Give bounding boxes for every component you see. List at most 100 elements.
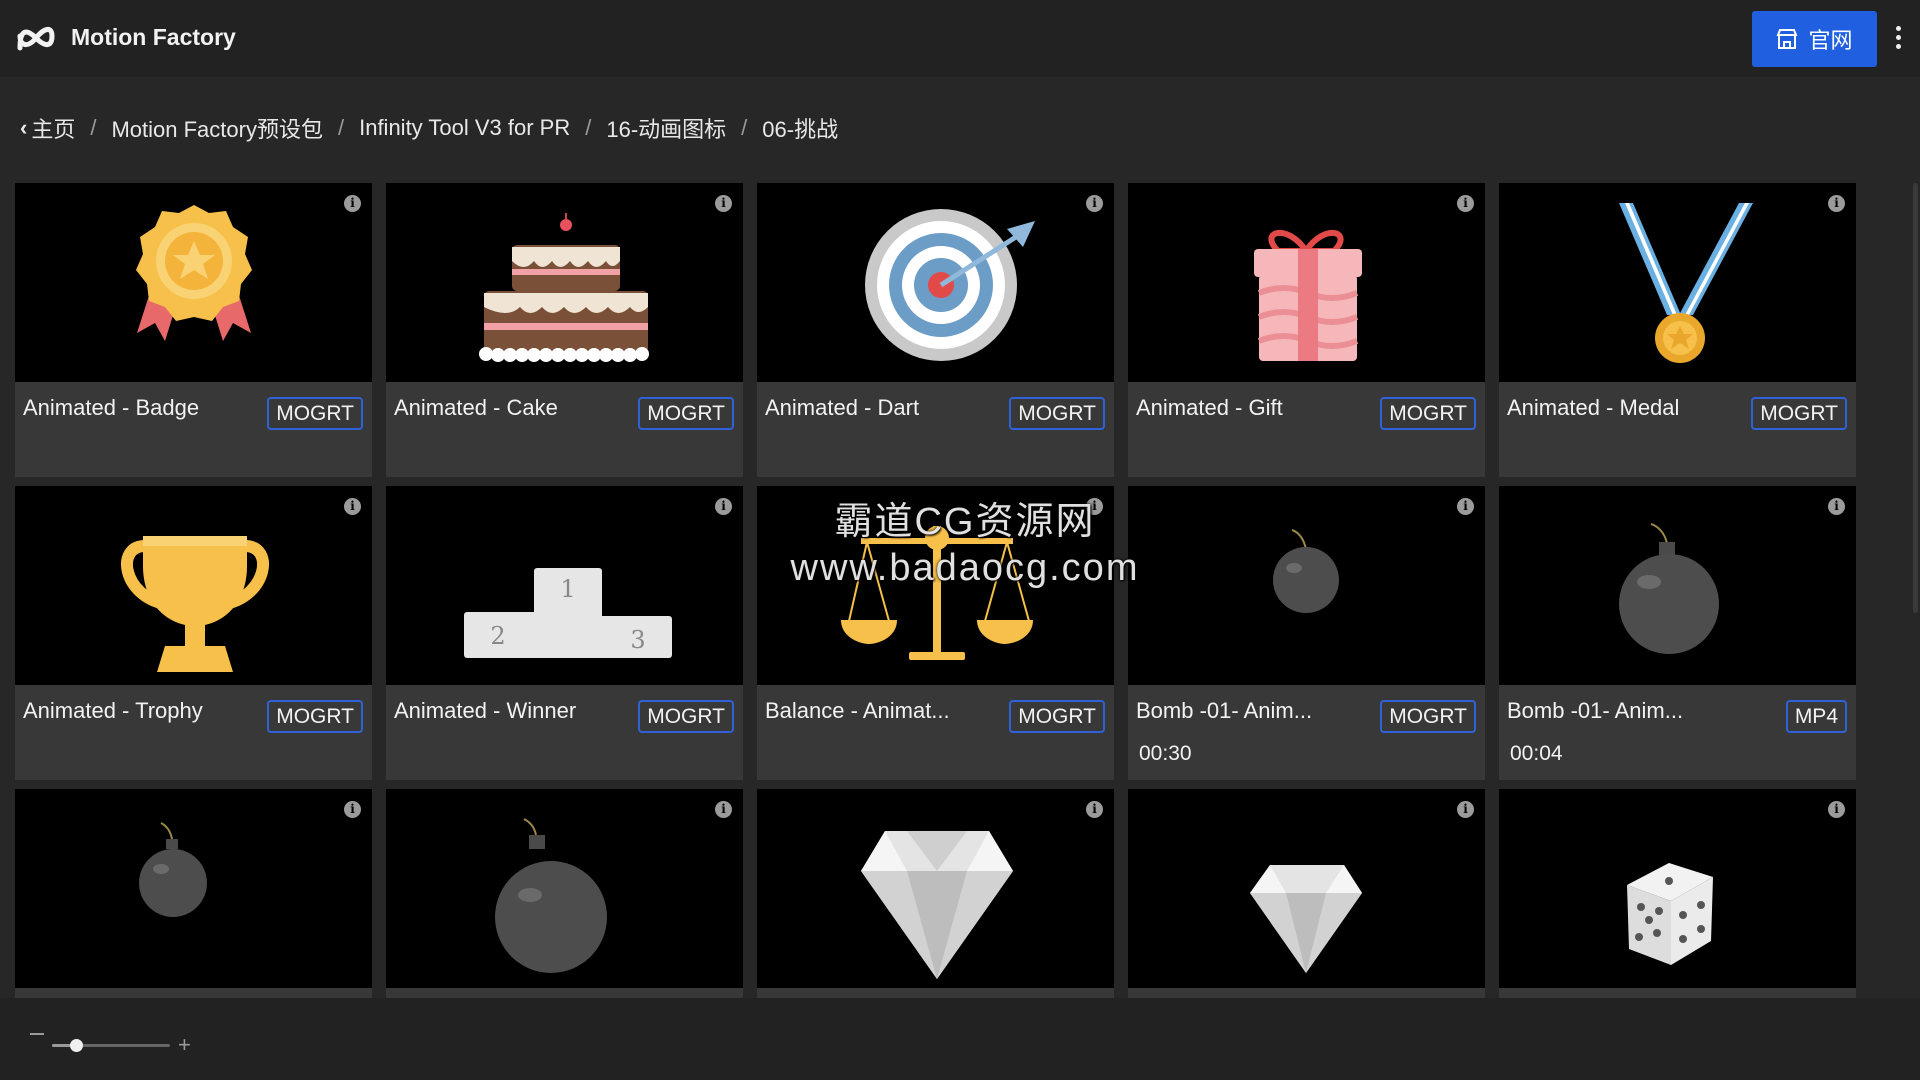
bottom-bar	[0, 998, 1920, 1080]
top-bar: Motion Factory 官网	[0, 0, 1920, 77]
info-icon[interactable]: i	[1457, 801, 1474, 818]
info-icon[interactable]: i	[1086, 498, 1103, 515]
breadcrumb-separator: /	[90, 115, 97, 140]
thumbnail	[757, 789, 1114, 988]
card-title: Animated - Cake	[394, 395, 558, 420]
asset-card[interactable]: i	[15, 789, 372, 998]
asset-card[interactable]: 1 2 3 i Animated - Winner MOGRT	[386, 486, 743, 780]
format-badge: MOGRT	[1380, 700, 1476, 733]
scrollbar[interactable]	[1913, 183, 1918, 613]
format-badge: MP4	[1785, 700, 1847, 733]
card-title: Bomb -01- Anim...	[1507, 698, 1684, 723]
thumbnail	[386, 183, 743, 382]
info-icon[interactable]: i	[344, 801, 361, 818]
asset-card[interactable]: i Animated - Cake MOGRT	[386, 183, 743, 477]
breadcrumb-home[interactable]: 主页	[31, 112, 75, 144]
asset-card[interactable]: i Balance - Animat... MOGRT	[757, 486, 1114, 780]
card-title: Bomb -01- Anim...	[1136, 698, 1313, 723]
breadcrumb-challenge[interactable]: 06-挑战	[762, 112, 838, 144]
asset-card[interactable]: i	[757, 789, 1114, 998]
asset-card[interactable]: i Animated - Dart MOGRT	[757, 183, 1114, 477]
thumbnail	[1499, 183, 1856, 382]
card-title: Animated - Medal	[1507, 395, 1680, 420]
podium-number-second: 2	[490, 622, 505, 650]
thumbnail	[1128, 789, 1485, 988]
breadcrumb-preset-pack[interactable]: Motion Factory预设包	[111, 112, 323, 144]
podium-icon: 1 2 3	[464, 568, 672, 658]
info-icon[interactable]: i	[1457, 195, 1474, 212]
dart-icon	[865, 209, 1035, 361]
thumbnail	[15, 789, 372, 988]
info-icon[interactable]: i	[1457, 498, 1474, 515]
zoom-slider-handle[interactable]	[69, 1039, 83, 1052]
info-icon[interactable]: i	[1828, 801, 1845, 818]
chevron-left-icon[interactable]: ‹	[20, 115, 27, 141]
info-icon[interactable]: i	[1086, 195, 1103, 212]
format-badge: MOGRT	[267, 397, 363, 430]
format-badge: MOGRT	[1751, 397, 1847, 430]
store-icon	[1777, 29, 1798, 49]
format-badge: MOGRT	[1009, 397, 1105, 430]
asset-card[interactable]: i Animated - Badge MOGRT	[15, 183, 372, 477]
bomb-icon	[139, 822, 207, 917]
format-badge: MOGRT	[1009, 700, 1105, 733]
thumbnail	[1128, 486, 1485, 685]
thumbnail	[1128, 183, 1485, 382]
breadcrumb: ‹ 主页 / Motion Factory预设包 / Infinity Tool…	[20, 112, 838, 144]
info-icon[interactable]: i	[344, 195, 361, 212]
asset-card[interactable]: i Bomb -01- Anim... MOGRT 00:30	[1128, 486, 1485, 780]
info-icon[interactable]: i	[715, 195, 732, 212]
breadcrumb-separator: /	[585, 115, 592, 140]
asset-card[interactable]: i	[1128, 789, 1485, 998]
thumbnail	[757, 486, 1114, 685]
balance-icon	[841, 526, 1033, 660]
asset-card[interactable]: i Animated - Trophy MOGRT	[15, 486, 372, 780]
info-icon[interactable]: i	[1828, 498, 1845, 515]
card-title: Animated - Trophy	[23, 698, 203, 723]
zoom-slider[interactable]	[52, 1039, 170, 1052]
info-icon[interactable]: i	[715, 801, 732, 818]
asset-grid: i Animated - Badge MOGRT i Animated - Ca…	[15, 183, 1860, 998]
breadcrumb-separator: /	[741, 115, 748, 140]
bomb-icon	[1619, 523, 1719, 654]
official-site-label: 官网	[1808, 28, 1853, 53]
breadcrumb-animated-icons[interactable]: 16-动画图标	[606, 112, 726, 144]
zoom-out-icon[interactable]	[30, 1033, 44, 1035]
format-badge: MOGRT	[638, 700, 734, 733]
bomb-icon	[1273, 529, 1339, 613]
diamond-icon	[1250, 865, 1362, 973]
asset-card[interactable]: i	[386, 789, 743, 998]
thumbnail	[1499, 486, 1856, 685]
breadcrumb-separator: /	[337, 115, 345, 140]
cake-icon	[479, 213, 649, 362]
breadcrumb-infinity-tool[interactable]: Infinity Tool V3 for PR	[359, 115, 570, 141]
info-icon[interactable]: i	[1086, 801, 1103, 818]
asset-card[interactable]: i Animated - Medal MOGRT	[1499, 183, 1856, 477]
info-icon[interactable]: i	[1828, 195, 1845, 212]
zoom-in-icon[interactable]: +	[178, 1034, 191, 1056]
card-title: Animated - Badge	[23, 395, 200, 420]
info-icon[interactable]: i	[344, 498, 361, 515]
info-icon[interactable]: i	[715, 498, 732, 515]
badge-icon	[136, 205, 252, 341]
gift-icon	[1254, 230, 1362, 361]
more-options-icon[interactable]	[1888, 26, 1908, 52]
medal-icon	[1619, 203, 1753, 363]
motion-factory-logo-icon[interactable]	[16, 22, 56, 54]
format-badge: MOGRT	[267, 700, 363, 733]
card-title: Animated - Gift	[1136, 395, 1283, 420]
app-title: Motion Factory	[71, 24, 236, 50]
asset-card[interactable]: i Animated - Gift MOGRT	[1128, 183, 1485, 477]
official-site-button[interactable]: 官网	[1752, 11, 1877, 67]
thumbnail	[15, 183, 372, 382]
trophy-icon	[121, 536, 269, 672]
dice-icon	[1627, 863, 1713, 965]
asset-card[interactable]: i	[1499, 789, 1856, 998]
podium-number-third: 3	[630, 626, 645, 654]
card-title: Animated - Dart	[765, 395, 920, 420]
thumbnail	[757, 183, 1114, 382]
card-title: Balance - Animat...	[765, 698, 950, 723]
asset-card[interactable]: i Bomb -01- Anim... MP4 00:04	[1499, 486, 1856, 780]
bomb-icon	[495, 818, 607, 973]
thumbnail	[386, 789, 743, 988]
